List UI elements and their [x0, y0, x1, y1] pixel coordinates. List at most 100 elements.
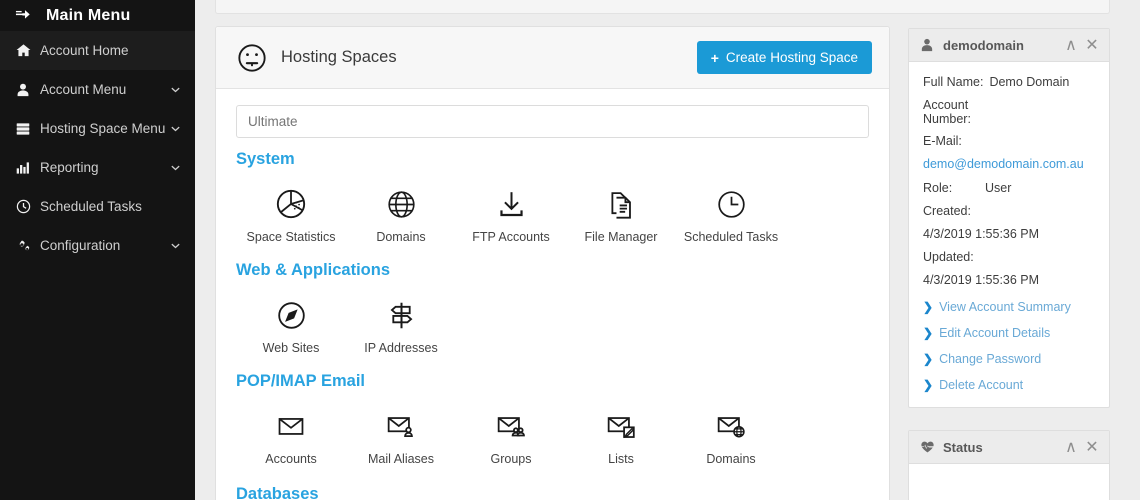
sidebar-item-label: Account Home: [40, 43, 129, 58]
tile-ftp-accounts[interactable]: FTP Accounts: [456, 173, 566, 244]
status-panel-body: [909, 464, 1109, 500]
chevron-right-icon: ❯: [923, 378, 934, 392]
create-hosting-space-button[interactable]: + Create Hosting Space: [696, 41, 872, 74]
field-label-line1: Account: [923, 98, 969, 112]
clock-icon: [714, 187, 748, 221]
tile-label: Accounts: [265, 452, 317, 466]
tile-groups[interactable]: Groups: [456, 395, 566, 466]
section-system: System Space Statistics Domains FTP Acco…: [236, 150, 869, 244]
signpost-icon: [384, 298, 418, 332]
sidebar-item-hosting-space-menu[interactable]: Hosting Space Menu: [0, 109, 195, 148]
field-role: Role: User: [923, 181, 1096, 195]
heartbeat-icon: [919, 439, 935, 455]
tile-email-domains[interactable]: Domains: [676, 395, 786, 466]
tile-ip-addresses[interactable]: IP Addresses: [346, 284, 456, 355]
field-email-label: E-Mail:: [923, 134, 962, 148]
home-icon: [16, 43, 40, 58]
sidebar-item-configuration[interactable]: Configuration: [0, 226, 195, 265]
tile-space-statistics[interactable]: Space Statistics: [236, 173, 346, 244]
section-title: Web & Applications: [236, 261, 391, 279]
hosting-spaces-card: Hosting Spaces + Create Hosting Space Sy…: [215, 26, 890, 500]
section-title: System: [236, 150, 295, 168]
section-databases: Databases: [236, 485, 869, 500]
envelope-edit-icon: [604, 409, 638, 443]
collapse-icon[interactable]: ∧: [1062, 36, 1080, 54]
link-change-password[interactable]: ❯ Change Password: [923, 352, 1096, 366]
sidebar-item-label: Configuration: [40, 238, 121, 253]
chevron-down-icon: [169, 240, 181, 251]
status-panel-header: Status ∧ ✕: [909, 431, 1109, 464]
sidebar-item-account-home[interactable]: Account Home: [0, 31, 195, 70]
email-link[interactable]: demo@demodomain.com.au: [923, 157, 1096, 171]
globe-icon: [384, 187, 418, 221]
sidebar-brand-label: Main Menu: [46, 7, 131, 24]
icon-row-system: Space Statistics Domains FTP Accounts Fi…: [236, 173, 869, 244]
gauge-icon: [237, 43, 267, 73]
account-panel-title: demodomain: [943, 37, 1024, 53]
status-panel: Status ∧ ✕: [908, 430, 1110, 500]
field-email-value: demo@demodomain.com.au: [923, 157, 1096, 171]
tile-web-sites[interactable]: Web Sites: [236, 284, 346, 355]
tile-scheduled-tasks[interactable]: Scheduled Tasks: [676, 173, 786, 244]
tile-lists[interactable]: Lists: [566, 395, 676, 466]
field-label: Full Name:: [923, 75, 984, 89]
pie-chart-icon: [274, 187, 308, 221]
sidebar-item-scheduled-tasks[interactable]: Scheduled Tasks: [0, 187, 195, 226]
sidebar-item-label: Reporting: [40, 160, 99, 175]
tile-label: Lists: [608, 452, 634, 466]
envelope-globe-icon: [714, 409, 748, 443]
envelope-group-icon: [494, 409, 528, 443]
account-panel-header: demodomain ∧ ✕: [909, 29, 1109, 62]
field-created-value: 4/3/2019 1:55:36 PM: [923, 227, 1040, 241]
field-updated-value: 4/3/2019 1:55:36 PM: [923, 273, 1040, 287]
link-view-account-summary[interactable]: ❯ View Account Summary: [923, 300, 1096, 314]
field-label: Role:: [923, 181, 953, 195]
tile-label: FTP Accounts: [472, 230, 550, 244]
chevron-right-icon: ❯: [923, 352, 934, 366]
tile-mail-aliases[interactable]: Mail Aliases: [346, 395, 456, 466]
icon-row-email: Accounts Mail Aliases Groups Lists Domai…: [236, 395, 869, 466]
plus-icon: +: [710, 49, 719, 66]
hosting-plan-filter-input[interactable]: [236, 105, 869, 138]
sidebar-item-reporting[interactable]: Reporting: [0, 148, 195, 187]
link-label: Delete Account: [939, 378, 1024, 392]
tile-file-manager[interactable]: File Manager: [566, 173, 676, 244]
account-panel: demodomain ∧ ✕ Full Name: Demo Domain Ac…: [908, 28, 1110, 408]
close-icon[interactable]: ✕: [1083, 438, 1101, 456]
tile-label: Scheduled Tasks: [683, 230, 779, 244]
chevron-down-icon: [169, 162, 181, 173]
field-account-number: Account Number:: [923, 98, 1096, 126]
link-edit-account-details[interactable]: ❯ Edit Account Details: [923, 326, 1096, 340]
download-tray-icon: [494, 187, 528, 221]
account-panel-body: Full Name: Demo Domain Account Number: E…: [909, 62, 1109, 407]
collapse-icon[interactable]: ∧: [1062, 438, 1080, 456]
bar-chart-icon: [16, 161, 40, 175]
section-pop-imap-email: POP/IMAP Email Accounts Mail Aliases Gro…: [236, 372, 869, 466]
sidebar: Main Menu Account Home Account Menu Host…: [0, 0, 195, 500]
tile-label: Space Statistics: [246, 230, 336, 244]
app-root: Main Menu Account Home Account Menu Host…: [0, 0, 1140, 500]
page-title: Hosting Spaces: [281, 48, 397, 66]
documents-icon: [604, 187, 638, 221]
sidebar-item-label: Account Menu: [40, 82, 127, 97]
sidebar-brand: Main Menu: [0, 0, 195, 26]
envelope-user-icon: [384, 409, 418, 443]
envelope-icon: [274, 409, 308, 443]
card-body: System: [216, 89, 889, 500]
field-value: User: [985, 181, 1012, 195]
tile-label: Domains: [376, 230, 426, 244]
server-icon: [16, 122, 40, 136]
close-icon[interactable]: ✕: [1083, 36, 1101, 54]
tile-label: Groups: [490, 452, 532, 466]
sidebar-item-account-menu[interactable]: Account Menu: [0, 70, 195, 109]
compass-icon: [274, 298, 308, 332]
field-label-line2: Number:: [923, 112, 971, 126]
tile-domains[interactable]: Domains: [346, 173, 456, 244]
tile-label: File Manager: [584, 230, 658, 244]
link-delete-account[interactable]: ❯ Delete Account: [923, 378, 1096, 392]
status-panel-title: Status: [943, 439, 983, 455]
cogs-icon: [16, 238, 40, 253]
tile-accounts[interactable]: Accounts: [236, 395, 346, 466]
sidebar-item-label: Hosting Space Menu: [40, 121, 166, 136]
chevron-down-icon: [169, 84, 181, 95]
